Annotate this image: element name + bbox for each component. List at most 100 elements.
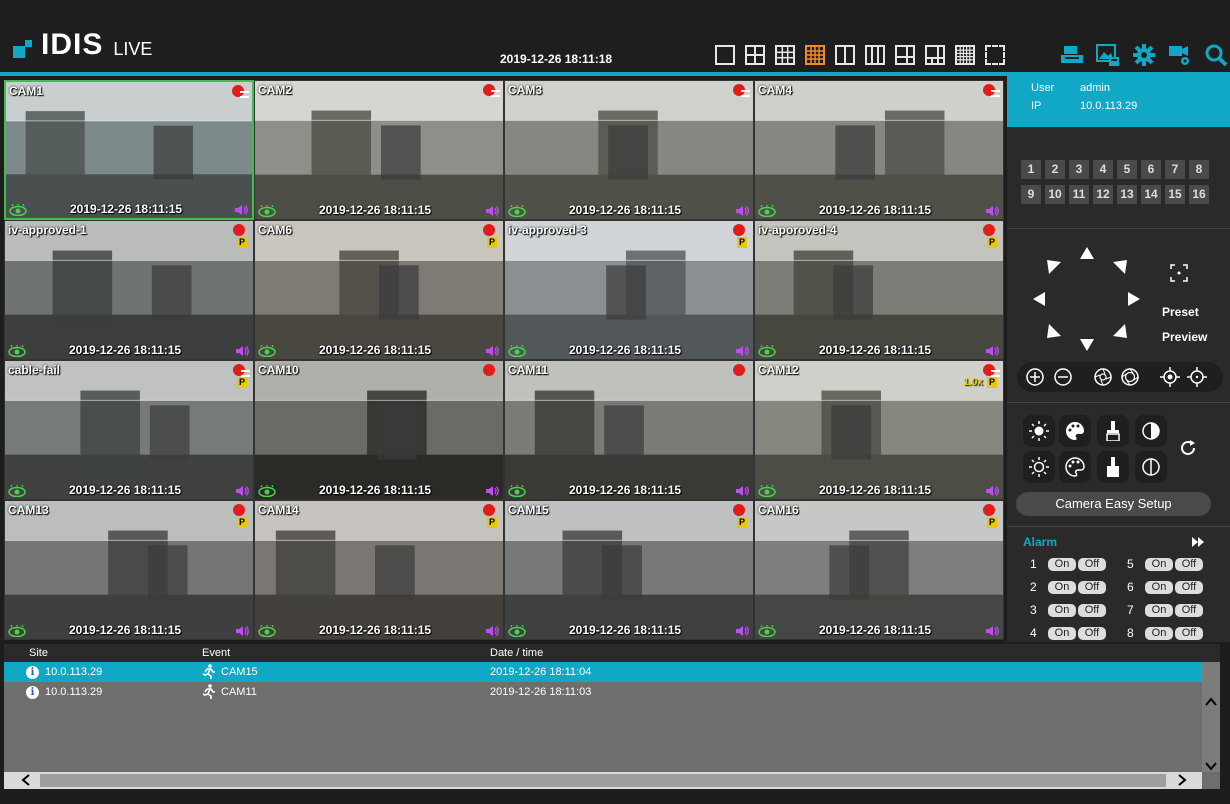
- alarm-on-button[interactable]: On: [1145, 557, 1173, 571]
- audio-speaker-icon[interactable]: [735, 625, 749, 637]
- layout-5x5-icon[interactable]: [955, 45, 975, 65]
- layout-4x4-icon[interactable]: [805, 45, 825, 65]
- layout-1plus2-icon[interactable]: [835, 45, 855, 65]
- alarm-off-button[interactable]: Off: [1078, 626, 1106, 640]
- scroll-down-icon[interactable]: [1203, 758, 1219, 774]
- alarm-off-button[interactable]: Off: [1078, 580, 1106, 594]
- camera-number-button[interactable]: 16: [1189, 185, 1209, 204]
- camera-number-button[interactable]: 10: [1045, 185, 1065, 204]
- scroll-right-icon[interactable]: [1174, 772, 1190, 788]
- alarm-off-button[interactable]: Off: [1175, 580, 1203, 594]
- camera-number-button[interactable]: 4: [1093, 160, 1113, 179]
- column-event[interactable]: Event: [202, 647, 230, 659]
- audio-speaker-icon[interactable]: [234, 204, 248, 216]
- camera-number-button[interactable]: 1: [1021, 160, 1041, 179]
- layout-1plus5-icon[interactable]: [895, 45, 915, 65]
- zoom-in-icon[interactable]: [1025, 367, 1045, 387]
- camera-tile[interactable]: CAM14 P 2019-12-26 18:11:15: [254, 500, 504, 640]
- audio-speaker-icon[interactable]: [735, 345, 749, 357]
- camera-tile[interactable]: iv-approved-1 P 2019-12-26 18:11:15: [4, 220, 254, 360]
- alarm-off-button[interactable]: Off: [1175, 626, 1203, 640]
- camera-number-button[interactable]: 3: [1069, 160, 1089, 179]
- audio-speaker-icon[interactable]: [485, 485, 499, 497]
- event-row[interactable]: i 10.0.113.29 CAM11 2019-12-26 18:11:03: [4, 682, 1202, 702]
- fullscreen-icon[interactable]: [985, 45, 1005, 65]
- scroll-left-icon[interactable]: [18, 772, 34, 788]
- camera-number-button[interactable]: 12: [1093, 185, 1113, 204]
- alarm-on-button[interactable]: On: [1048, 557, 1076, 571]
- contrast-up-button[interactable]: [1135, 415, 1167, 447]
- layout-1x1-icon[interactable]: [715, 45, 735, 65]
- camera-number-button[interactable]: 13: [1117, 185, 1137, 204]
- ptz-right-icon[interactable]: [1126, 291, 1142, 307]
- camera-tile[interactable]: CAM4 2019-12-26 18:11:15: [754, 80, 1004, 220]
- audio-speaker-icon[interactable]: [235, 485, 249, 497]
- camera-tile[interactable]: CAM13 P 2019-12-26 18:11:15: [4, 500, 254, 640]
- ptz-down-left-icon[interactable]: [1046, 323, 1062, 339]
- column-datetime[interactable]: Date / time: [490, 647, 543, 659]
- audio-speaker-icon[interactable]: [235, 625, 249, 637]
- alarm-expand-icon[interactable]: [1192, 537, 1204, 547]
- camera-tile[interactable]: CAM3 2019-12-26 18:11:15: [504, 80, 754, 220]
- camera-number-button[interactable]: 9: [1021, 185, 1041, 204]
- audio-speaker-icon[interactable]: [485, 345, 499, 357]
- ptz-left-icon[interactable]: [1031, 291, 1047, 307]
- audio-speaker-icon[interactable]: [985, 205, 999, 217]
- alarm-on-button[interactable]: On: [1145, 603, 1173, 617]
- audio-speaker-icon[interactable]: [235, 345, 249, 357]
- color-down-button[interactable]: [1059, 451, 1091, 483]
- iris-open-icon[interactable]: [1093, 367, 1113, 387]
- event-horizontal-scrollbar[interactable]: [4, 772, 1202, 789]
- contrast-down-button[interactable]: [1135, 451, 1167, 483]
- refresh-icon[interactable]: [1179, 439, 1197, 457]
- focus-near-icon[interactable]: [1160, 367, 1180, 387]
- camera-tile[interactable]: CAM12 P 1.0x 2019-12-26 18:11:15: [754, 360, 1004, 500]
- audio-speaker-icon[interactable]: [985, 625, 999, 637]
- audio-speaker-icon[interactable]: [485, 205, 499, 217]
- camera-tile[interactable]: cable-fail P 2019-12-26 18:11:15: [4, 360, 254, 500]
- camera-number-button[interactable]: 5: [1117, 160, 1137, 179]
- audio-speaker-icon[interactable]: [985, 345, 999, 357]
- settings-gear-icon[interactable]: [1132, 43, 1156, 67]
- camera-tile[interactable]: CAM11 2019-12-26 18:11:15: [504, 360, 754, 500]
- ptz-down-icon[interactable]: [1079, 337, 1095, 353]
- iris-close-icon[interactable]: [1120, 367, 1140, 387]
- layout-2x2-icon[interactable]: [745, 45, 765, 65]
- camera-number-button[interactable]: 2: [1045, 160, 1065, 179]
- camera-tile[interactable]: iv-aporoved-4 P 2019-12-26 18:11:15: [754, 220, 1004, 360]
- ptz-down-right-icon[interactable]: [1112, 323, 1128, 339]
- alarm-off-button[interactable]: Off: [1078, 557, 1106, 571]
- focus-far-icon[interactable]: [1187, 367, 1207, 387]
- camera-tile[interactable]: CAM2 2019-12-26 18:11:15: [254, 80, 504, 220]
- alarm-on-button[interactable]: On: [1048, 580, 1076, 594]
- alarm-on-button[interactable]: On: [1048, 626, 1076, 640]
- audio-speaker-icon[interactable]: [735, 485, 749, 497]
- event-vertical-scrollbar[interactable]: [1202, 662, 1220, 772]
- camera-tile[interactable]: CAM10 2019-12-26 18:11:15: [254, 360, 504, 500]
- audio-speaker-icon[interactable]: [735, 205, 749, 217]
- layout-3x3-icon[interactable]: [775, 45, 795, 65]
- camera-tile[interactable]: CAM1 2019-12-26 18:11:15: [4, 80, 254, 220]
- color-up-button[interactable]: [1059, 415, 1091, 447]
- preview-button[interactable]: Preview: [1162, 330, 1207, 344]
- sharpness-down-button[interactable]: [1097, 451, 1129, 483]
- alarm-off-button[interactable]: Off: [1175, 603, 1203, 617]
- camera-number-button[interactable]: 11: [1069, 185, 1089, 204]
- zoom-out-icon[interactable]: [1053, 367, 1073, 387]
- alarm-on-button[interactable]: On: [1145, 626, 1173, 640]
- print-icon[interactable]: [1060, 43, 1084, 67]
- camera-tile[interactable]: iv-approved-3 P 2019-12-26 18:11:15: [504, 220, 754, 360]
- camera-number-button[interactable]: 14: [1141, 185, 1161, 204]
- brightness-down-button[interactable]: [1023, 451, 1055, 483]
- scroll-up-icon[interactable]: [1203, 694, 1219, 710]
- camera-number-button[interactable]: 15: [1165, 185, 1185, 204]
- event-row[interactable]: i 10.0.113.29 CAM15 2019-12-26 18:11:04: [4, 662, 1202, 682]
- camera-easy-setup-button[interactable]: Camera Easy Setup: [1016, 492, 1211, 516]
- column-site[interactable]: Site: [29, 647, 48, 659]
- camera-settings-icon[interactable]: [1168, 43, 1192, 67]
- alarm-off-button[interactable]: Off: [1175, 557, 1203, 571]
- preset-button[interactable]: Preset: [1162, 305, 1199, 319]
- brightness-up-button[interactable]: [1023, 415, 1055, 447]
- camera-tile[interactable]: CAM15 P 2019-12-26 18:11:15: [504, 500, 754, 640]
- ptz-up-right-icon[interactable]: [1112, 259, 1128, 275]
